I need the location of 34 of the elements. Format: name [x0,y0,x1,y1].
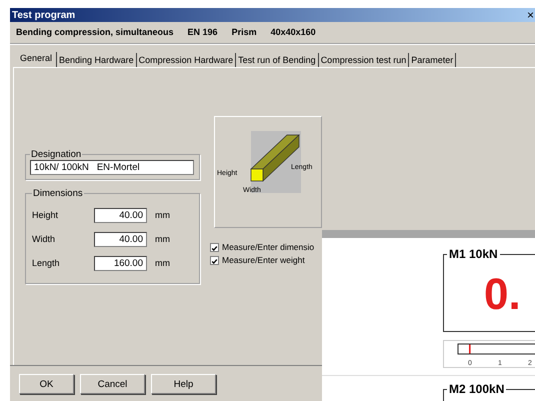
input-field[interactable]: 160.00 [94,256,147,270]
unit-label: mm [155,258,170,268]
input-field[interactable]: 40.00 [94,232,147,246]
tab[interactable]: Test run of Bending [236,53,319,67]
checkbox[interactable] [210,242,219,252]
window-title: Test program [12,10,76,20]
field-label: Height [32,210,60,220]
close-button[interactable]: × [526,9,535,21]
meter-reading: 0. [483,269,522,317]
field-label: Length [32,258,61,268]
test-info: EN 196 [188,27,218,37]
checkbox[interactable] [210,256,219,264]
input-field[interactable]: 40.00 [94,208,147,222]
group-label: Dimensions [32,188,84,199]
test-info: Prism [232,27,257,37]
dialog-button[interactable]: OK [19,374,74,394]
tab[interactable]: Bending Hardware [57,53,137,67]
meter-title: M1 10kN [447,247,500,261]
checkbox-label[interactable]: Measure/Enter dimensio [222,242,314,252]
meter-title: M2 100kN [447,382,506,396]
scale-marker [469,344,471,354]
test-info: 40x40x160 [270,27,316,37]
group-label: Designation [30,149,82,160]
unit-label: mm [155,234,170,244]
tab[interactable]: Compression Hardware [136,53,236,67]
dialog-button[interactable]: Cancel [80,374,145,394]
test-info: Bending compression, simultaneous [16,27,174,37]
unit-label: mm [155,210,170,220]
tab[interactable]: Parameter [409,53,456,67]
tab[interactable]: Compression test run [318,53,410,67]
checkbox-label[interactable]: Measure/Enter weight [222,255,305,265]
designation-field[interactable]: 10kN/ 100kN EN-Mortel [30,160,194,175]
dialog-button[interactable]: Help [151,374,216,394]
field-label: Width [32,234,56,244]
